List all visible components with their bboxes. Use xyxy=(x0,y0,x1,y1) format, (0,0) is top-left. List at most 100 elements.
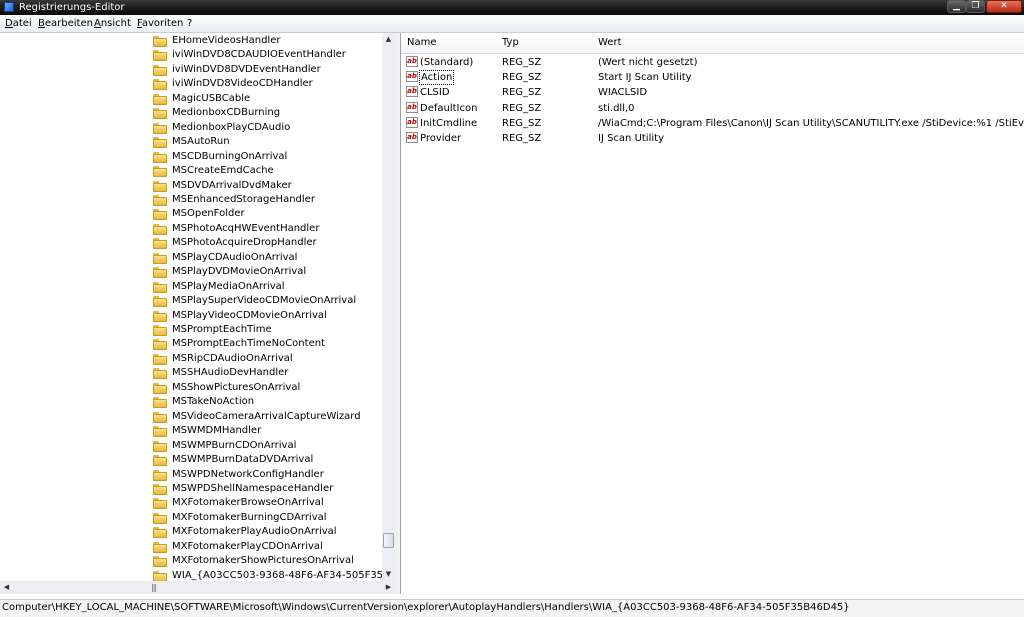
folder-icon xyxy=(153,64,167,76)
value-type: REG_SZ xyxy=(502,57,542,68)
column-type-header[interactable]: Typ xyxy=(502,37,519,49)
column-data-header[interactable]: Wert xyxy=(598,37,622,49)
tree-item-label: MXFotomakerPlayAudioOnArrival xyxy=(172,526,337,538)
tree-item-label: MSPromptEachTime xyxy=(172,324,272,335)
folder-icon xyxy=(153,267,167,279)
folder-icon xyxy=(153,223,167,235)
title-bar: Registrierungs-Editor ▁ ❐ ✕ xyxy=(0,0,1024,15)
tree-item-label: MSEnhancedStorageHandler xyxy=(172,193,315,205)
status-path: Computer\HKEY_LOCAL_MACHINE\SOFTWARE\Mic… xyxy=(2,602,850,613)
folder-icon xyxy=(153,556,167,568)
tree-item-label: MSOpenFolder xyxy=(172,208,245,220)
tree-item-label: MXFotomakerBrowseOnArrival xyxy=(172,497,324,509)
value-data: Start IJ Scan Utility xyxy=(598,72,692,84)
string-value-icon: ab xyxy=(406,116,418,128)
folder-icon xyxy=(153,541,167,553)
tree-item-label: MSRipCDAudioOnArrival xyxy=(172,352,293,364)
tree-item-label: MSSHAudioDevHandler xyxy=(172,367,289,379)
value-name: DefaultIcon xyxy=(420,102,478,114)
folder-icon xyxy=(153,50,167,62)
tree-item-label: MSPlaySuperVideoCDMovieOnArrival xyxy=(172,295,357,307)
folder-icon xyxy=(153,325,167,336)
menu-bar: Datei Bearbeiten Ansicht Favoriten ? xyxy=(0,15,1024,33)
folder-icon xyxy=(153,339,167,351)
value-data: (Wert nicht gesetzt) xyxy=(598,57,698,68)
value-data: WIACLSID xyxy=(598,87,648,99)
vertical-scroll-thumb[interactable] xyxy=(383,533,394,548)
horizontal-scroll-grip-icon[interactable]: ||| xyxy=(151,581,157,594)
tree-item-label: MSPlayMediaOnArrival xyxy=(172,280,285,292)
folder-icon xyxy=(153,36,167,47)
tree-item-label: MSDVDArrivalDvdMaker xyxy=(172,179,292,191)
close-button[interactable]: ✕ xyxy=(986,0,1022,13)
minimize-button[interactable]: ▁ xyxy=(947,0,966,13)
value-row[interactable]: ab CLSID REG_SZ WIACLSID xyxy=(401,85,1024,100)
value-name: Provider xyxy=(420,133,462,144)
tree-item-label: MSShowPicturesOnArrival xyxy=(172,381,301,393)
folder-icon xyxy=(153,397,167,409)
column-name-header[interactable]: Name xyxy=(407,37,437,49)
folder-icon xyxy=(153,209,167,221)
folder-icon xyxy=(153,483,167,495)
value-row[interactable]: ab DefaultIcon REG_SZ sti.dll,0 xyxy=(401,101,1024,116)
tree-item-label: MSPlayDVDMovieOnArrival xyxy=(172,266,307,278)
folder-icon xyxy=(153,93,167,105)
tree-item-label: MSCreateEmdCache xyxy=(172,165,274,177)
folder-icon xyxy=(153,151,167,163)
folder-icon xyxy=(153,469,167,481)
value-type: REG_SZ xyxy=(502,133,542,144)
tree-item-label: MSWPDShellNamespaceHandler xyxy=(172,482,334,494)
tree-item-label: MSPlayCDAudioOnArrival xyxy=(172,251,298,263)
scroll-left-arrow-icon[interactable]: ◀ xyxy=(0,581,13,594)
value-row[interactable]: ab InitCmdline REG_SZ/WiaCmd;C:\Program Fi… xyxy=(401,116,1024,131)
tree-item-label: MSVideoCameraArrivalCaptureWizard xyxy=(172,410,361,422)
value-name: (Standard) xyxy=(420,57,474,68)
scroll-right-arrow-icon[interactable]: ▶ xyxy=(382,581,395,594)
string-value-icon: ab xyxy=(406,56,418,67)
folder-icon xyxy=(153,440,167,452)
folder-icon xyxy=(153,122,167,134)
tree-item-label: MXFotomakerBurningCDArrival xyxy=(172,511,327,523)
folder-icon xyxy=(153,108,167,120)
folder-icon xyxy=(153,252,167,264)
tree-horizontal-scrollbar[interactable]: ◀ ||| ▶ xyxy=(0,581,395,594)
scroll-up-arrow-icon[interactable]: ▲ xyxy=(382,33,395,46)
maximize-button[interactable]: ❐ xyxy=(966,0,985,13)
values-list[interactable]: Name Typ Wert ab (Standard) REG_SZ (Wert ni… xyxy=(400,33,1024,594)
folder-icon xyxy=(153,281,167,293)
tree-item-label: WIA_{A03CC503-9368-48F6-AF34-505F35B46D4… xyxy=(172,569,382,581)
string-value-icon: ab xyxy=(406,101,418,113)
value-row[interactable]: ab Action REG_SZ Start IJ Scan Utility xyxy=(401,70,1024,86)
value-type: REG_SZ xyxy=(502,72,542,84)
value-row[interactable]: ab Provider REG_SZ IJ Scan Utility xyxy=(401,131,1024,146)
folder-icon xyxy=(153,512,167,524)
tree-item-label: MSPhotoAcqHWEventHandler xyxy=(172,222,320,234)
tree-item-label: MSWPDNetworkConfigHandler xyxy=(172,468,324,480)
window-title: Registrierungs-Editor xyxy=(19,2,125,13)
tree-item-label: MXFotomakerShowPicturesOnArrival xyxy=(172,555,354,567)
tree-item-label: MSWMPBurnCDOnArrival xyxy=(172,439,297,451)
folder-icon xyxy=(153,296,167,308)
menu-ansicht[interactable]: Ansicht xyxy=(94,17,131,30)
tree-item-label: MedionboxCDBurning xyxy=(172,107,281,119)
tree-vertical-scrollbar[interactable]: ▲ ▼ xyxy=(382,33,395,581)
menu-bearbeiten[interactable]: Bearbeiten xyxy=(38,17,93,30)
scroll-down-arrow-icon[interactable]: ▼ xyxy=(382,568,395,581)
folder-icon xyxy=(153,79,167,91)
value-data: sti.dll,0 xyxy=(598,102,635,114)
tree-item-label: MSPhotoAcquireDropHandler xyxy=(172,237,317,249)
folder-icon xyxy=(153,180,167,192)
value-type: REG_SZ xyxy=(502,87,542,99)
value-name: InitCmdline xyxy=(420,117,478,129)
string-value-icon: ab xyxy=(406,71,418,83)
menu-datei[interactable]: Datei xyxy=(5,17,32,30)
values-column-header: Name Typ Wert xyxy=(401,33,1024,54)
menu-help[interactable]: ? xyxy=(187,17,192,30)
menu-favoriten[interactable]: Favoriten xyxy=(137,17,183,30)
key-tree[interactable]: EHomeVideosHandler iviWinDVD8CDAUDIOEvent… xyxy=(0,33,382,581)
registry-editor-icon xyxy=(4,2,14,12)
value-row[interactable]: ab (Standard) REG_SZ (Wert nicht gesetzt) xyxy=(401,55,1024,70)
tree-item-label: MSAutoRun xyxy=(172,136,230,148)
tree-item-label: MSPlayVideoCDMovieOnArrival xyxy=(172,309,327,321)
string-value-icon: ab xyxy=(406,86,418,98)
